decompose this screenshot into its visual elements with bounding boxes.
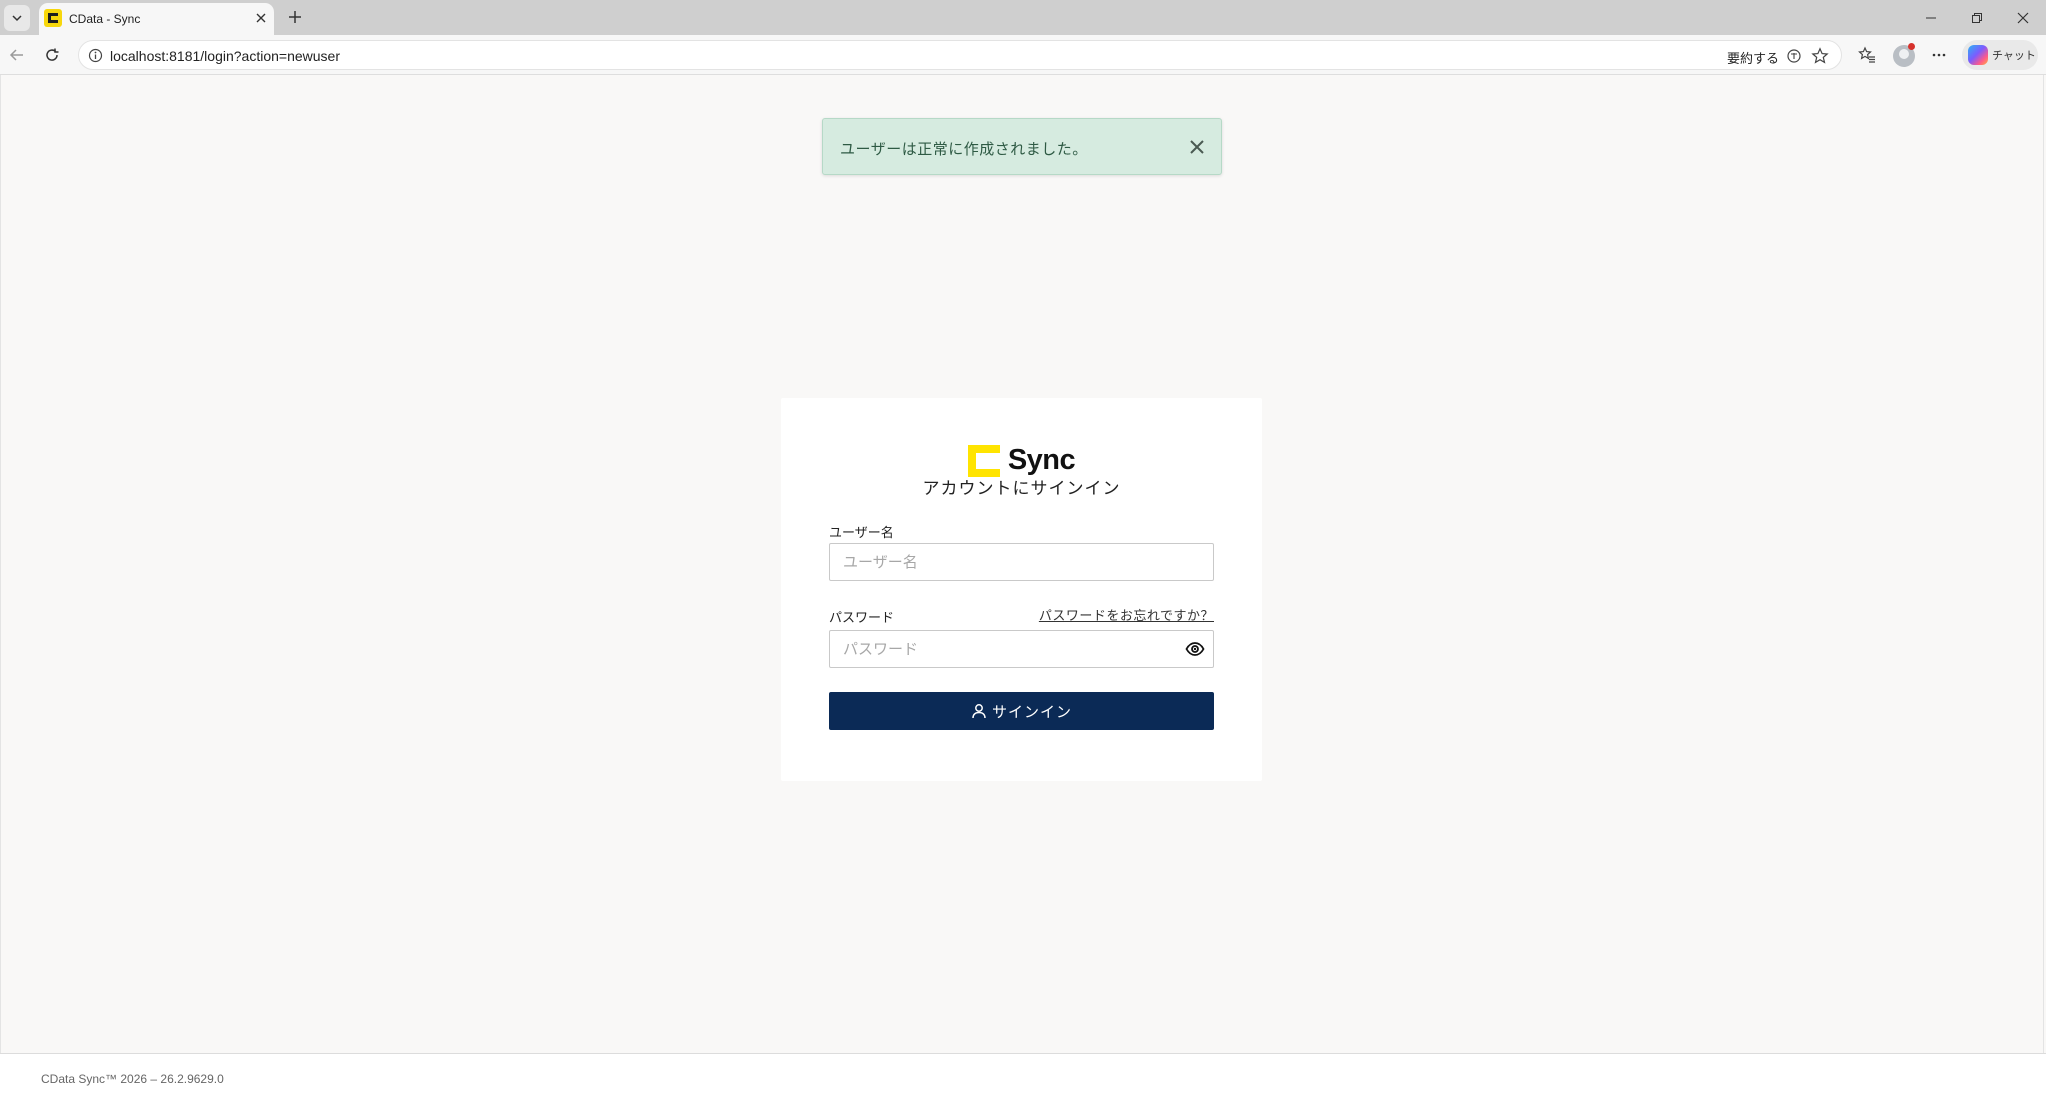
signin-button-label: サインイン (991, 703, 1072, 721)
minimize-icon (1926, 17, 1936, 18)
favorite-star-icon[interactable] (1811, 47, 1829, 65)
back-button[interactable] (5, 43, 29, 67)
window-controls (1908, 0, 2046, 35)
copilot-chat-button[interactable]: チャット (1962, 40, 2038, 70)
restore-button[interactable] (1954, 0, 2000, 35)
password-input[interactable] (829, 630, 1214, 668)
login-card: Sync アカウントにサインイン ユーザー名 パスワード パスワードをお忘れです… (781, 398, 1262, 781)
footer-version-text: CData Sync™ 2026 – 26.2.9629.0 (41, 1072, 224, 1086)
new-tab-button[interactable] (284, 6, 306, 28)
close-icon[interactable] (1187, 137, 1207, 157)
username-input[interactable] (829, 543, 1214, 581)
signin-button[interactable]: サインイン (829, 692, 1214, 730)
page-edge-right (2043, 75, 2044, 1104)
brand-name: Sync (1007, 444, 1076, 476)
brand-header: Sync (781, 444, 1262, 477)
close-tab-icon[interactable] (254, 11, 268, 25)
back-arrow-icon (9, 49, 23, 61)
close-icon (2017, 12, 2029, 23)
notification-dot (1908, 43, 1915, 50)
reload-icon (46, 48, 59, 61)
address-bar[interactable]: localhost:8181/login?action=newuser 要約する (78, 40, 1842, 70)
favorites-list-icon[interactable] (1856, 44, 1878, 66)
password-label: パスワード (829, 610, 895, 625)
reload-button[interactable] (40, 43, 64, 67)
copilot-label: チャット (1992, 50, 2036, 62)
more-options-icon[interactable] (1928, 44, 1950, 66)
toast-message: ユーザーは正常に作成されました。 (840, 141, 1088, 158)
plus-icon (289, 11, 301, 23)
copilot-icon (1968, 45, 1988, 65)
minimize-button[interactable] (1908, 0, 1954, 35)
user-icon (972, 704, 986, 719)
show-password-toggle[interactable] (1184, 638, 1206, 660)
eye-icon (1185, 642, 1205, 656)
success-toast: ユーザーは正常に作成されました。 (822, 118, 1222, 175)
browser-tab-active[interactable]: CData - Sync (39, 3, 274, 35)
signin-heading: アカウントにサインイン (922, 479, 1121, 498)
info-icon[interactable] (88, 48, 103, 63)
browser-toolbar: localhost:8181/login?action=newuser 要約する… (0, 35, 2046, 75)
restore-icon (1972, 12, 1982, 23)
tab-title: CData - Sync (69, 12, 141, 26)
summarize-button[interactable]: 要約する (1727, 48, 1779, 67)
close-window-button[interactable] (2000, 0, 2046, 35)
username-label: ユーザー名 (829, 525, 894, 540)
page-footer: CData Sync™ 2026 – 26.2.9629.0 (0, 1053, 2046, 1104)
cdata-favicon-icon (44, 9, 62, 27)
translate-icon[interactable] (1785, 47, 1803, 65)
tab-list-button[interactable] (4, 5, 30, 31)
chevron-down-icon (12, 15, 22, 22)
url-text[interactable]: localhost:8181/login?action=newuser (110, 48, 340, 64)
cdata-logo-icon (967, 444, 1000, 477)
forgot-password-link[interactable]: パスワードをお忘れですか？ (1039, 605, 1214, 624)
page-edge-left (0, 75, 1, 1104)
browser-tab-strip: CData - Sync (0, 0, 2046, 35)
